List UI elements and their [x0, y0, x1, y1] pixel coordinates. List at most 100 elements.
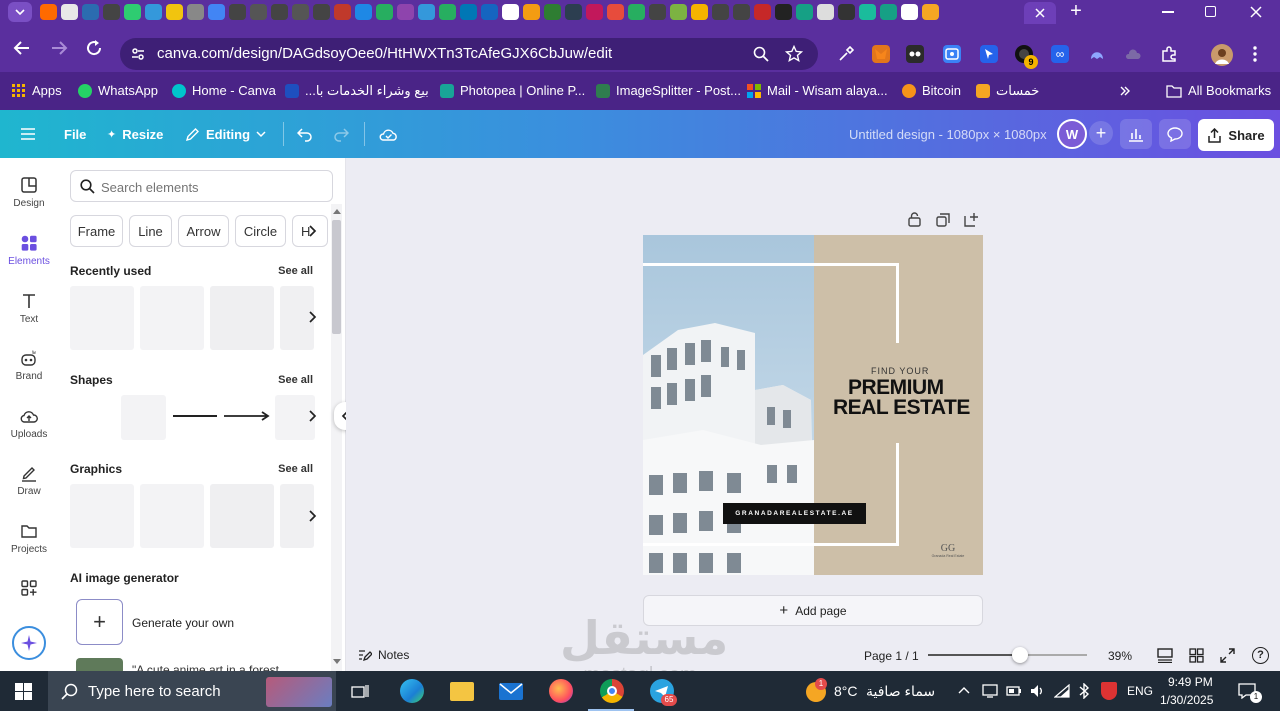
ai-sample-thumb[interactable]: [76, 658, 123, 671]
pinned-tab[interactable]: [103, 4, 120, 20]
pinned-tab[interactable]: [838, 4, 855, 20]
panel-scrollbar[interactable]: [331, 204, 342, 671]
redo-icon[interactable]: [333, 126, 349, 142]
extension-game[interactable]: [906, 45, 924, 63]
scroll-up-icon[interactable]: [333, 208, 341, 214]
pinned-tab[interactable]: [796, 4, 813, 20]
pinned-tab[interactable]: [670, 4, 687, 20]
minimize-button[interactable]: [1162, 11, 1174, 13]
task-view-icon[interactable]: [351, 683, 369, 699]
pinned-tab[interactable]: [817, 4, 834, 20]
bookmark-khamsat[interactable]: خمسات: [976, 83, 1039, 99]
resize-button[interactable]: ✦ Resize: [107, 110, 163, 158]
extension-cloud[interactable]: [1124, 45, 1142, 63]
insights-button[interactable]: [1120, 119, 1152, 149]
rail-text[interactable]: Text: [0, 292, 58, 325]
page-view-icon[interactable]: [1157, 648, 1173, 663]
language-indicator[interactable]: ENG: [1127, 684, 1153, 698]
pinned-tab[interactable]: [502, 4, 519, 20]
taskbar-search[interactable]: Type here to search: [48, 671, 336, 711]
bluetooth-icon[interactable]: [1078, 683, 1090, 699]
real-estate-text[interactable]: REAL ESTATE: [833, 396, 970, 420]
pinned-tab[interactable]: [460, 4, 477, 20]
site-settings-icon[interactable]: [130, 46, 146, 62]
hamburger-menu-icon[interactable]: [20, 127, 36, 141]
notes-button[interactable]: Notes: [358, 648, 409, 662]
reload-icon[interactable]: [85, 39, 103, 57]
page-indicator[interactable]: Page 1 / 1: [864, 649, 919, 663]
restore-button[interactable]: [1205, 6, 1216, 17]
shape-square[interactable]: [121, 395, 166, 440]
pinned-tab[interactable]: [523, 4, 540, 20]
shape-arrow-icon[interactable]: [224, 410, 270, 422]
taskbar-file-explorer[interactable]: [450, 682, 474, 701]
pinned-tab[interactable]: [628, 4, 645, 20]
battery-icon[interactable]: [1006, 684, 1022, 698]
extension-cursor[interactable]: [980, 45, 998, 63]
extension-ghost[interactable]: [1088, 45, 1106, 63]
pinned-tab[interactable]: [607, 4, 624, 20]
undo-icon[interactable]: [297, 126, 313, 142]
pinned-tab[interactable]: [922, 4, 939, 20]
extension-infinity[interactable]: ∞: [1051, 45, 1069, 63]
pinned-tab[interactable]: [586, 4, 603, 20]
pinned-tab[interactable]: [229, 4, 246, 20]
all-bookmarks[interactable]: All Bookmarks: [1166, 83, 1271, 98]
clock-time[interactable]: 9:49 PM: [1168, 675, 1213, 689]
zoom-slider-handle[interactable]: [1012, 647, 1028, 663]
duplicate-page-icon[interactable]: [936, 213, 950, 227]
recent-thumb[interactable]: [140, 286, 204, 350]
pinned-tab[interactable]: [901, 4, 918, 20]
bookmark-bitcoin[interactable]: Bitcoin: [902, 83, 961, 98]
recent-thumb[interactable]: [70, 286, 134, 350]
rail-elements[interactable]: Elements: [0, 234, 58, 267]
rail-brand[interactable]: Brand: [0, 349, 58, 382]
search-input[interactable]: [101, 177, 321, 197]
pinned-tab[interactable]: [880, 4, 897, 20]
chip-frame[interactable]: Frame: [70, 215, 123, 247]
bookmark-khamsat-services[interactable]: بيع وشراء الخدمات با...: [285, 83, 429, 99]
pinned-tab[interactable]: [418, 4, 435, 20]
pinned-tab[interactable]: [397, 4, 414, 20]
rail-apps[interactable]: [0, 579, 58, 601]
pinned-tab[interactable]: [187, 4, 204, 20]
new-tab-button[interactable]: +: [1066, 1, 1086, 22]
clock-date[interactable]: 1/30/2025: [1160, 693, 1213, 707]
pinned-tab[interactable]: [271, 4, 288, 20]
website-banner[interactable]: GRANADAREALESTATE.AE: [723, 503, 866, 524]
recently-used-scroll-icon[interactable]: [307, 311, 317, 323]
shape-line[interactable]: [173, 415, 217, 417]
design-canvas[interactable]: FIND YOUR PREMIUM REAL ESTATE GRANADAREA…: [643, 235, 983, 575]
shapes-see-all[interactable]: See all: [278, 374, 313, 386]
taskbar-firefox[interactable]: [549, 679, 573, 703]
pinned-tab[interactable]: [754, 4, 771, 20]
rail-projects[interactable]: Projects: [0, 522, 58, 555]
bookmarks-overflow-icon[interactable]: [1119, 85, 1131, 97]
back-arrow-icon[interactable]: [13, 39, 31, 57]
security-shield-icon[interactable]: [1101, 682, 1117, 700]
pinned-tab[interactable]: [313, 4, 330, 20]
generate-your-own-label[interactable]: Generate your own: [132, 616, 234, 630]
rail-draw[interactable]: Draw: [0, 464, 58, 497]
pinned-tab[interactable]: [775, 4, 792, 20]
bookmark-star-icon[interactable]: [785, 45, 803, 63]
taskbar-edge[interactable]: [400, 679, 424, 703]
brand-logo[interactable]: GG Granada Real Estate: [924, 543, 972, 558]
chips-scroll-right-icon[interactable]: [307, 225, 317, 237]
pinned-tab[interactable]: [208, 4, 225, 20]
add-page-button[interactable]: + Add page: [643, 595, 983, 626]
scroll-down-icon[interactable]: [333, 659, 341, 665]
bookmark-imagesplitter[interactable]: ImageSplitter - Post...: [596, 83, 741, 98]
collaborator-avatar[interactable]: W: [1057, 119, 1087, 149]
graphics-scroll-icon[interactable]: [307, 510, 317, 522]
rail-design[interactable]: Design: [0, 176, 58, 209]
pinned-tab[interactable]: [691, 4, 708, 20]
pinned-tab[interactable]: [355, 4, 372, 20]
close-window-icon[interactable]: [1250, 6, 1262, 18]
recently-used-see-all[interactable]: See all: [278, 265, 313, 277]
bookmark-whatsapp[interactable]: WhatsApp: [78, 83, 158, 98]
more-menu-icon[interactable]: [1252, 45, 1258, 63]
editing-mode-button[interactable]: Editing: [185, 110, 266, 158]
pinned-tab[interactable]: [439, 4, 456, 20]
pinned-tab[interactable]: [649, 4, 666, 20]
